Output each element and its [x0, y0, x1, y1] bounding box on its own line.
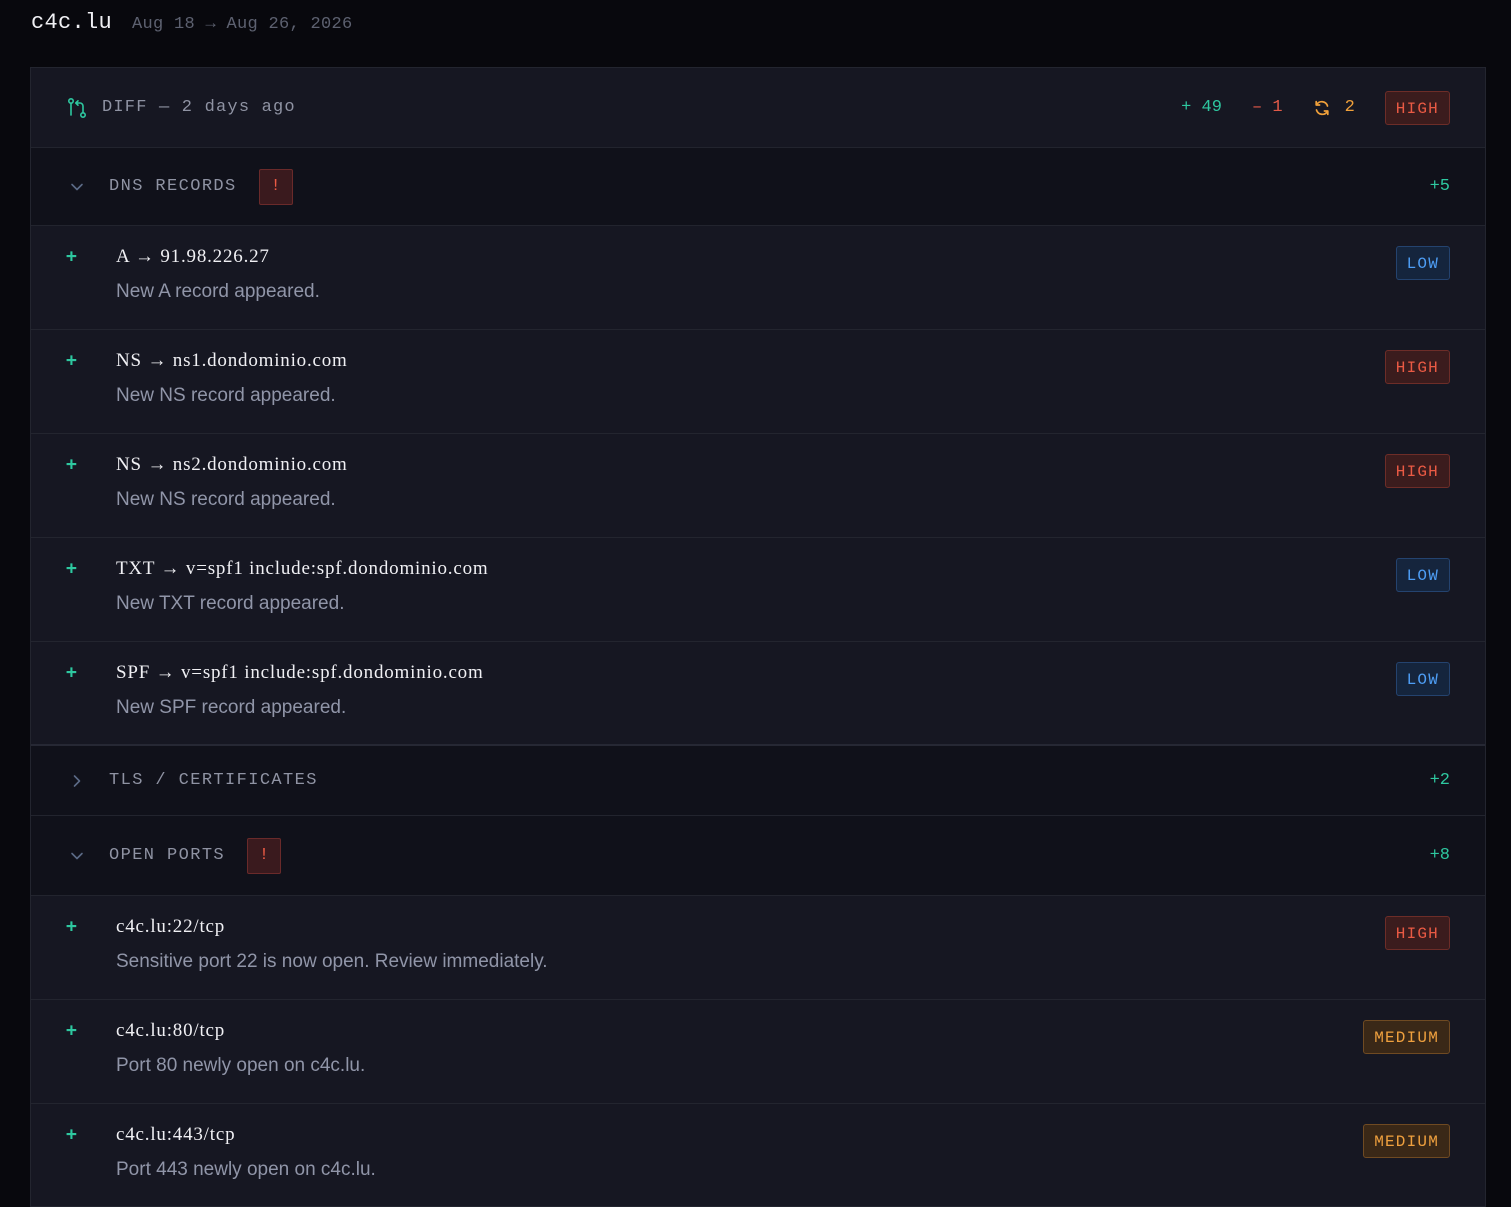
- domain-title: c4c.lu: [31, 10, 113, 35]
- added-marker: +: [66, 246, 77, 267]
- removed-count: – 1: [1251, 98, 1283, 117]
- section-count: +8: [1429, 846, 1450, 865]
- added-marker: +: [66, 454, 77, 475]
- item-key: c4c.lu:80/tcp: [116, 1020, 226, 1041]
- refresh-icon: [1313, 99, 1331, 117]
- chevron-right-icon[interactable]: [69, 773, 85, 789]
- list-item[interactable]: + c4c.lu:80/tcp Port 80 newly open on c4…: [31, 1000, 1485, 1104]
- alert-flag: !: [247, 837, 282, 874]
- item-description: Port 80 newly open on c4c.lu.: [116, 1055, 366, 1076]
- item-description: Port 443 newly open on c4c.lu.: [116, 1159, 376, 1180]
- severity-badge: MEDIUM: [1363, 1124, 1450, 1158]
- date-range: Aug 18 → Aug 26, 2026: [132, 15, 353, 34]
- severity-badge: HIGH: [1384, 916, 1450, 950]
- added-marker: +: [66, 350, 77, 371]
- diff-panel: DIFF — 2 days ago + 49 – 1 2 HIGH DNS RE…: [30, 67, 1486, 1207]
- severity-badge: HIGH: [1384, 90, 1450, 125]
- item-description: Sensitive port 22 is now open. Review im…: [116, 951, 548, 972]
- added-marker: +: [66, 916, 77, 937]
- section-title: TLS / CERTIFICATES: [109, 771, 318, 790]
- severity-badge: LOW: [1395, 246, 1450, 280]
- section-title: DNS RECORDS: [109, 177, 237, 196]
- item-key: TXT → v=spf1 include:spf.dondominio.com: [116, 558, 489, 579]
- added-marker: +: [66, 1020, 77, 1041]
- section-header-tls[interactable]: TLS / CERTIFICATES +2: [31, 746, 1485, 816]
- section-count: +5: [1429, 177, 1450, 196]
- item-description: New NS record appeared.: [116, 385, 336, 406]
- item-key: A → 91.98.226.27: [116, 246, 270, 267]
- severity-badge: LOW: [1395, 662, 1450, 696]
- item-description: New A record appeared.: [116, 281, 320, 302]
- list-item[interactable]: + c4c.lu:443/tcp Port 443 newly open on …: [31, 1104, 1485, 1206]
- list-item[interactable]: + NS → ns2.dondominio.com New NS record …: [31, 434, 1485, 538]
- section-title: OPEN PORTS: [109, 846, 226, 865]
- severity-badge: MEDIUM: [1363, 1020, 1450, 1054]
- added-marker: +: [66, 558, 77, 579]
- item-description: New NS record appeared.: [116, 489, 336, 510]
- diff-stats: + 49 – 1 2 HIGH: [1181, 90, 1450, 125]
- changed-count: 2: [1344, 98, 1355, 117]
- added-marker: +: [66, 662, 77, 683]
- item-description: New TXT record appeared.: [116, 593, 345, 614]
- section-count: +2: [1429, 771, 1450, 790]
- item-key: NS → ns1.dondominio.com: [116, 350, 348, 371]
- item-key: c4c.lu:443/tcp: [116, 1124, 236, 1145]
- item-key: NS → ns2.dondominio.com: [116, 454, 348, 475]
- section-header-dns[interactable]: DNS RECORDS ! +5: [31, 148, 1485, 226]
- item-key: c4c.lu:22/tcp: [116, 916, 226, 937]
- section-header-ports[interactable]: OPEN PORTS ! +8: [31, 816, 1485, 896]
- list-item[interactable]: + A → 91.98.226.27 New A record appeared…: [31, 226, 1485, 330]
- diff-header: DIFF — 2 days ago + 49 – 1 2 HIGH: [31, 68, 1485, 148]
- changed-stat: 2: [1313, 98, 1355, 117]
- severity-badge: HIGH: [1384, 454, 1450, 488]
- list-item[interactable]: + NS → ns1.dondominio.com New NS record …: [31, 330, 1485, 434]
- added-count: + 49: [1181, 98, 1222, 117]
- diff-title: DIFF — 2 days ago: [102, 98, 296, 117]
- item-key: SPF → v=spf1 include:spf.dondominio.com: [116, 662, 484, 683]
- list-item[interactable]: + TXT → v=spf1 include:spf.dondominio.co…: [31, 538, 1485, 642]
- severity-badge: HIGH: [1384, 350, 1450, 384]
- chevron-down-icon[interactable]: [69, 179, 85, 195]
- git-compare-icon: [66, 97, 88, 119]
- severity-badge: LOW: [1395, 558, 1450, 592]
- item-description: New SPF record appeared.: [116, 697, 347, 718]
- chevron-down-icon[interactable]: [69, 848, 85, 864]
- added-marker: +: [66, 1124, 77, 1145]
- list-item[interactable]: + SPF → v=spf1 include:spf.dondominio.co…: [31, 642, 1485, 746]
- page-header: c4c.lu Aug 18 → Aug 26, 2026: [31, 10, 353, 46]
- alert-flag: !: [258, 168, 293, 205]
- list-item[interactable]: + c4c.lu:22/tcp Sensitive port 22 is now…: [31, 896, 1485, 1000]
